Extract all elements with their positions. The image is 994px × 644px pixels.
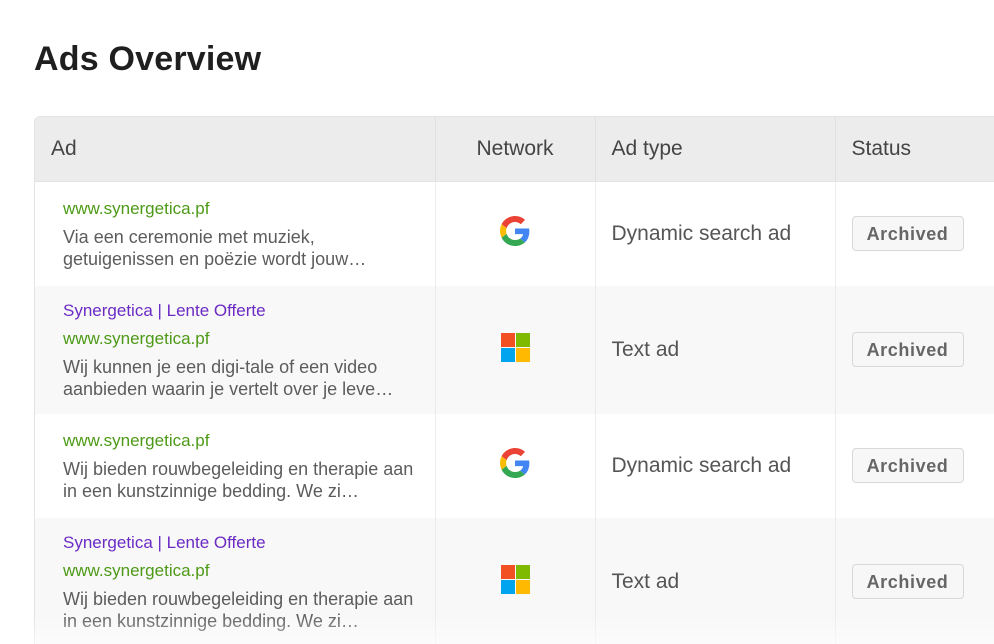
- ad-display-url: www.synergetica.pf: [63, 198, 210, 218]
- ad-headline: Synergetica | Lente Offerte: [63, 300, 266, 320]
- status-badge[interactable]: Archived: [851, 332, 964, 367]
- ad-description: Wij kunnen je een digi-tale of een video…: [63, 356, 394, 399]
- status-cell: Archived: [835, 413, 994, 518]
- microsoft-icon: [500, 564, 530, 599]
- status-badge[interactable]: Archived: [851, 216, 964, 252]
- network-cell: [435, 517, 596, 644]
- table-header-row: Ad Network Ad type Status: [35, 117, 994, 182]
- status-badge[interactable]: Archived: [851, 564, 964, 599]
- column-header-ad[interactable]: Ad: [35, 117, 436, 182]
- network-cell: [435, 285, 596, 414]
- table-row[interactable]: www.synergetica.pf Via een ceremonie met…: [35, 181, 994, 286]
- microsoft-icon: [500, 332, 530, 367]
- status-cell: Archived: [835, 517, 994, 644]
- table-row[interactable]: Synergetica | Lente Offerte www.synerget…: [35, 285, 994, 414]
- page-title: Ads Overview: [34, 40, 262, 78]
- ad-display-url: www.synergetica.pf: [63, 430, 210, 450]
- column-header-status[interactable]: Status: [835, 117, 994, 182]
- ads-table: Ad Network Ad type Status www.synergetic…: [34, 116, 994, 644]
- ad-cell[interactable]: www.synergetica.pf Wij bieden rouwbegele…: [35, 413, 436, 518]
- ad-cell[interactable]: Synergetica | Lente Offerte www.synerget…: [35, 517, 436, 644]
- ad-type-cell: Text ad: [595, 285, 836, 414]
- ad-type-cell: Dynamic search ad: [595, 181, 836, 286]
- column-header-network[interactable]: Network: [435, 117, 596, 182]
- ad-type-cell: Dynamic search ad: [595, 413, 836, 518]
- ad-headline: Synergetica | Lente Offerte: [63, 532, 266, 552]
- ad-description: Wij bieden rouwbegeleiding en therapie a…: [63, 588, 414, 631]
- table-row[interactable]: www.synergetica.pf Wij bieden rouwbegele…: [35, 413, 994, 518]
- ad-display-url: www.synergetica.pf: [63, 328, 210, 348]
- status-cell: Archived: [835, 181, 994, 286]
- table-row[interactable]: Synergetica | Lente Offerte www.synerget…: [35, 517, 994, 644]
- ad-cell[interactable]: Synergetica | Lente Offerte www.synerget…: [35, 285, 436, 414]
- ad-type-cell: Text ad: [595, 517, 836, 644]
- network-cell: [435, 413, 596, 518]
- ad-description: Wij bieden rouwbegeleiding en therapie a…: [63, 458, 414, 501]
- ad-cell[interactable]: www.synergetica.pf Via een ceremonie met…: [35, 181, 436, 286]
- google-icon: [500, 448, 530, 483]
- ad-description: Via een ceremonie met muziek, getuigenis…: [63, 226, 367, 269]
- status-cell: Archived: [835, 285, 994, 414]
- column-header-ad-type[interactable]: Ad type: [595, 117, 836, 182]
- ad-display-url: www.synergetica.pf: [63, 560, 210, 580]
- status-badge[interactable]: Archived: [851, 448, 964, 483]
- network-cell: [435, 181, 596, 286]
- ads-overview-page: Ads Overview Ad Network Ad type Status w…: [0, 0, 994, 644]
- google-icon: [500, 216, 530, 251]
